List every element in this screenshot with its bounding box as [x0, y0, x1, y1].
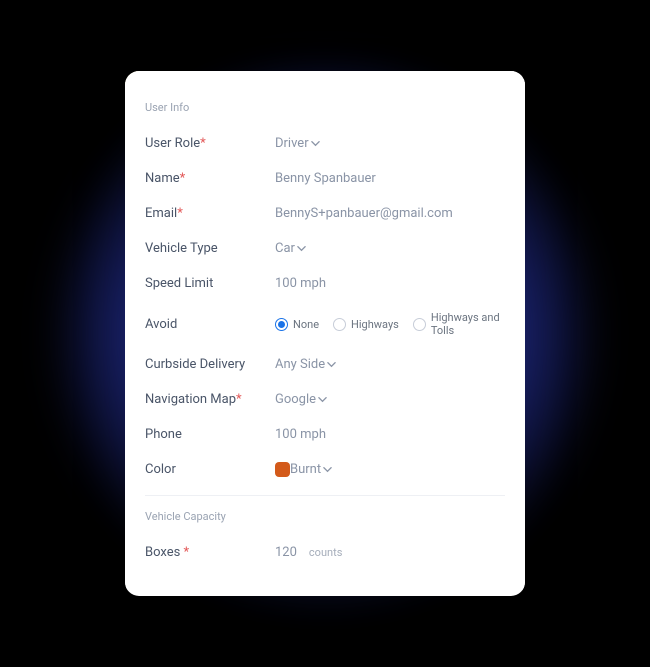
navigation-map-select[interactable]: Google	[275, 392, 327, 407]
radio-icon	[413, 318, 426, 331]
user-role-select[interactable]: Driver	[275, 136, 320, 151]
row-phone: Phone 100 mph	[145, 417, 505, 452]
label-email: Email*	[145, 206, 275, 221]
label-boxes: Boxes *	[145, 545, 275, 560]
row-color: Color Burnt	[145, 452, 505, 487]
label-user-role: User Role*	[145, 136, 275, 151]
avoid-radio-none[interactable]: None	[275, 318, 319, 331]
vehicle-type-select[interactable]: Car	[275, 241, 306, 256]
radio-icon	[333, 318, 346, 331]
label-navigation-map: Navigation Map*	[145, 392, 275, 407]
avoid-radio-group: None Highways Highways and Tolls	[275, 311, 505, 337]
row-user-role: User Role* Driver	[145, 126, 505, 161]
row-speed-limit: Speed Limit 100 mph	[145, 266, 505, 301]
color-swatch-icon	[275, 462, 290, 477]
row-email: Email* BennyS+panbauer@gmail.com	[145, 196, 505, 231]
row-avoid: Avoid None Highways Highways and Tolls	[145, 301, 505, 347]
label-avoid: Avoid	[145, 317, 275, 332]
phone-field[interactable]: 100 mph	[275, 427, 505, 442]
row-name: Name* Benny Spanbauer	[145, 161, 505, 196]
row-navigation-map: Navigation Map* Google	[145, 382, 505, 417]
label-phone: Phone	[145, 427, 275, 442]
avoid-radio-highways[interactable]: Highways	[333, 318, 399, 331]
section-title-user-info: User Info	[145, 71, 505, 126]
chevron-down-icon	[323, 465, 332, 474]
row-curbside-delivery: Curbside Delivery Any Side	[145, 347, 505, 382]
label-name: Name*	[145, 171, 275, 186]
chevron-down-icon	[318, 395, 327, 404]
section-title-vehicle-capacity: Vehicle Capacity	[145, 496, 505, 535]
form-card: User Info User Role* Driver Name* Benny …	[125, 71, 525, 596]
email-field[interactable]: BennyS+panbauer@gmail.com	[275, 206, 505, 221]
avoid-radio-highways-tolls[interactable]: Highways and Tolls	[413, 311, 505, 337]
name-field[interactable]: Benny Spanbauer	[275, 171, 505, 186]
row-vehicle-type: Vehicle Type Car	[145, 231, 505, 266]
label-curbside-delivery: Curbside Delivery	[145, 357, 275, 372]
row-boxes: Boxes * 120 counts	[145, 535, 505, 570]
color-select[interactable]: Burnt	[275, 462, 332, 477]
speed-limit-field[interactable]: 100 mph	[275, 276, 505, 291]
curbside-delivery-select[interactable]: Any Side	[275, 357, 336, 372]
boxes-units: counts	[309, 546, 342, 559]
radio-icon	[275, 318, 288, 331]
boxes-field[interactable]: 120 counts	[275, 545, 505, 560]
label-color: Color	[145, 462, 275, 477]
chevron-down-icon	[327, 360, 336, 369]
chevron-down-icon	[311, 139, 320, 148]
chevron-down-icon	[297, 244, 306, 253]
label-speed-limit: Speed Limit	[145, 276, 275, 291]
label-vehicle-type: Vehicle Type	[145, 241, 275, 256]
